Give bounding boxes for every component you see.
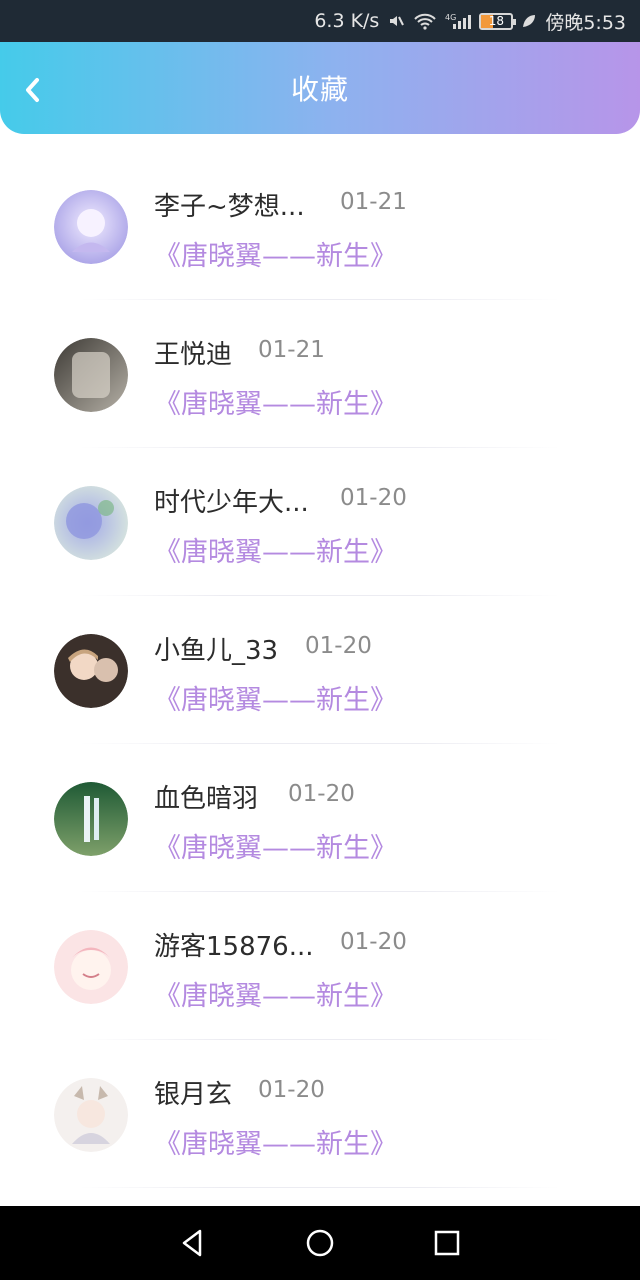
date: 01-20 [340,485,407,511]
page-title: 收藏 [290,73,349,106]
clock-time: 傍晚5:53 [545,11,626,34]
date: 01-20 [258,1077,325,1103]
back-button[interactable] [18,76,48,104]
user-name: 小鱼儿_33 [154,636,279,666]
cellular-signal-icon: 4G [445,12,472,30]
top-app-bar: 收藏 [0,42,640,134]
avatar[interactable] [54,634,128,708]
list-item[interactable]: 游客15876... 01-20 《唐晓翼——新生》 [0,892,640,1040]
list-item[interactable]: 李子~梦想... 01-21 《唐晓翼——新生》 [0,152,640,300]
avatar[interactable] [54,486,128,560]
date: 01-21 [340,189,407,215]
avatar[interactable] [54,338,128,412]
date: 01-20 [305,633,372,659]
list-item[interactable]: 血色暗羽 01-20 《唐晓翼——新生》 [0,744,640,892]
divider [80,1187,560,1188]
date: 01-20 [340,929,407,955]
system-navigation-bar [0,1206,640,1280]
book-title-link[interactable]: 《唐晓翼——新生》 [154,234,397,273]
avatar[interactable] [54,930,128,1004]
list-item[interactable]: 小鱼儿_33 01-20 《唐晓翼——新生》 [0,596,640,744]
user-name: 李子~梦想... [154,192,305,222]
list-item[interactable]: 时代少年大... 01-20 《唐晓翼——新生》 [0,448,640,596]
date: 01-20 [288,781,355,807]
book-title-link[interactable]: 《唐晓翼——新生》 [154,974,397,1013]
book-title-link[interactable]: 《唐晓翼——新生》 [154,826,397,865]
recent-apps-square-icon[interactable] [432,1228,462,1258]
svg-text:4G: 4G [445,13,456,22]
avatar[interactable] [54,190,128,264]
list-item[interactable]: 银月玄 01-20 《唐晓翼——新生》 [0,1040,640,1188]
chevron-left-icon [26,78,39,102]
user-name: 血色暗羽 [154,784,259,814]
user-name: 时代少年大... [154,488,309,518]
book-title-link[interactable]: 《唐晓翼——新生》 [154,530,397,569]
favorites-list: 李子~梦想... 01-21 《唐晓翼——新生》 王悦迪 01-21 《唐晓翼—… [0,152,640,1188]
avatar[interactable] [54,1078,128,1152]
book-title-link[interactable]: 《唐晓翼——新生》 [154,678,397,717]
wifi-icon [413,12,437,30]
battery-icon: 18 [479,12,517,30]
leaf-icon [521,13,537,29]
book-title-link[interactable]: 《唐晓翼——新生》 [154,382,397,421]
list-item[interactable]: 王悦迪 01-21 《唐晓翼——新生》 [0,300,640,448]
user-name: 王悦迪 [154,340,233,370]
back-triangle-icon[interactable] [178,1228,208,1258]
home-circle-icon[interactable] [305,1228,335,1258]
book-title-link[interactable]: 《唐晓翼——新生》 [154,1122,397,1161]
status-bar: 6.3 K/s 4G 18 傍晚5:53 [0,0,640,42]
network-speed: 6.3 K/s [314,10,380,32]
mute-icon [387,12,405,30]
avatar[interactable] [54,782,128,856]
user-name: 游客15876... [154,932,314,962]
user-name: 银月玄 [154,1080,233,1110]
date: 01-21 [258,337,325,363]
